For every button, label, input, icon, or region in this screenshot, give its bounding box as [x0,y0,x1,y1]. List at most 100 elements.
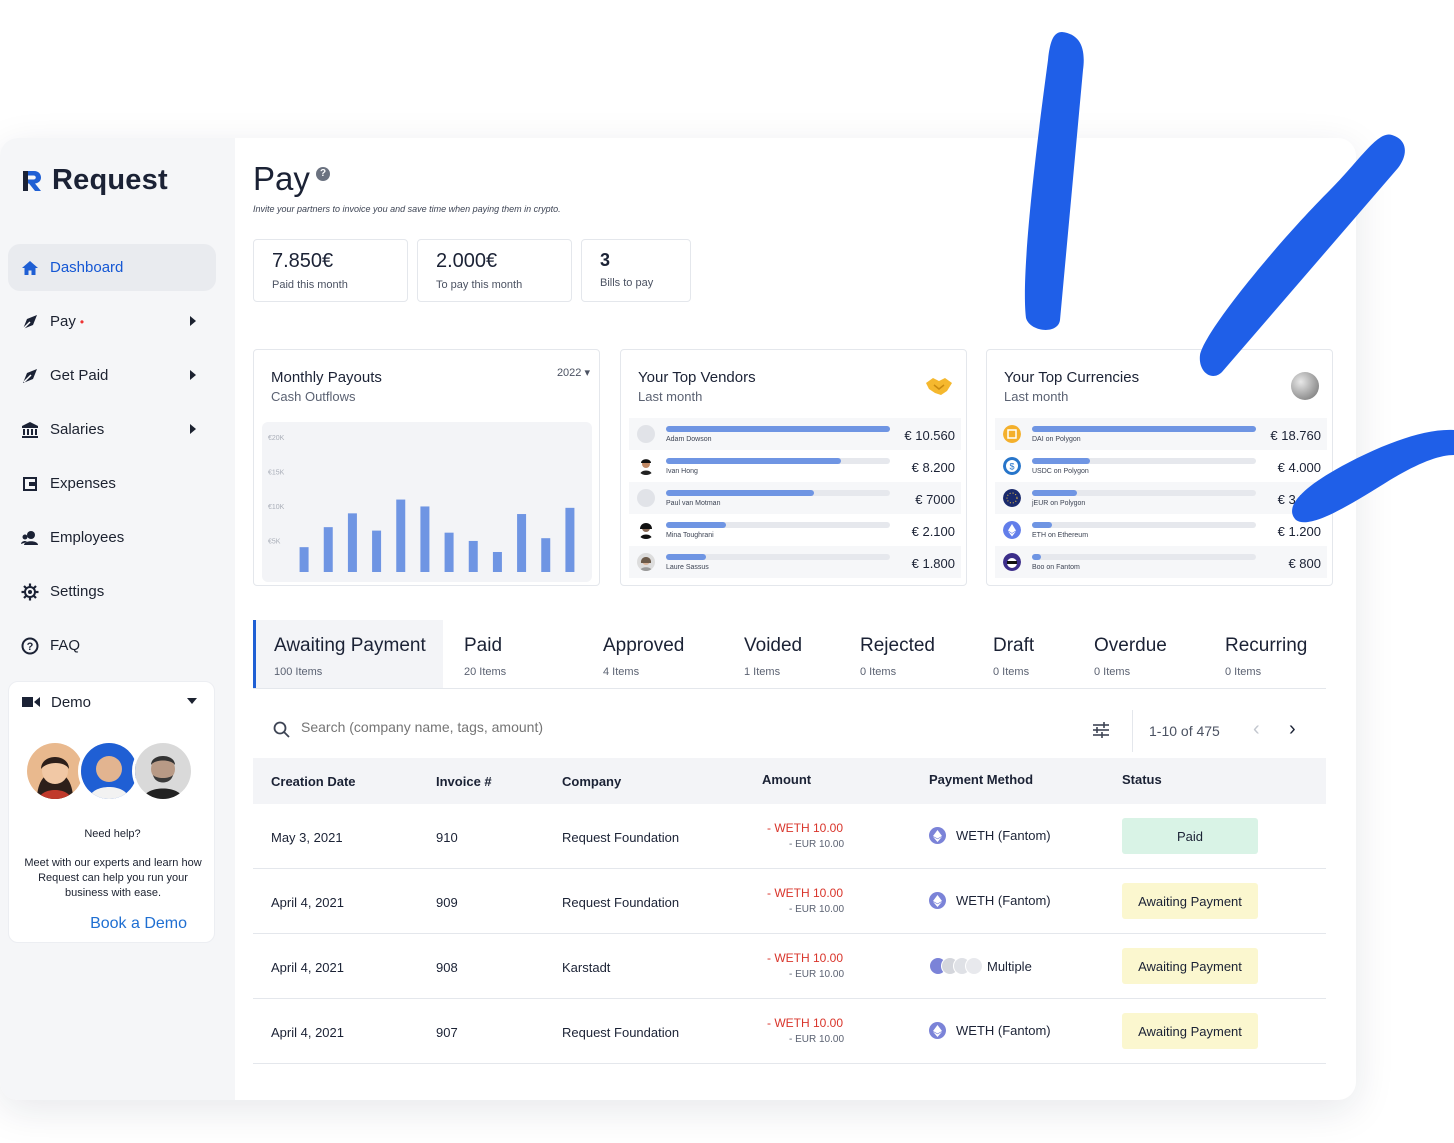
currency-amount: € 18.760 [1270,428,1321,443]
multiple-currencies-icon [929,957,983,975]
chart-bar[interactable] [541,538,551,572]
chart-bar[interactable] [323,527,333,572]
card-subtitle: Last month [1004,389,1069,404]
stat-value: 2.000€ [436,250,498,272]
bar-track [1032,490,1256,496]
column-header[interactable]: Payment Method [929,772,1033,787]
chart-bar[interactable] [444,532,454,572]
list-item[interactable]: jEUR on Polygon € 3.500 [995,482,1327,514]
demo-description: Meet with our experts and learn how Requ… [24,857,202,899]
search-icon [273,721,291,744]
tab-count: 0 Items [860,666,897,678]
chart-bar[interactable] [468,540,478,572]
list-item[interactable]: Laure Sassus € 1.800 [629,546,961,578]
sidebar-item-expenses[interactable]: Expenses [8,460,216,507]
stat-label: Bills to pay [600,277,654,289]
dai-icon [1003,425,1021,443]
sidebar-item-settings[interactable]: Settings [8,568,216,615]
currency-amount: € 800 [1288,556,1321,571]
sidebar-item-pay[interactable]: Pay • [8,298,216,345]
vendor-amount: € 8.200 [911,460,955,475]
list-item[interactable]: $ USDC on Polygon € 4.000 [995,450,1327,482]
amount-crypto: - WETH 10.00 [767,951,844,965]
amount-crypto: - WETH 10.00 [767,821,844,835]
monthly-payouts-card: Monthly Payouts Cash Outflows 2022 ▾ €20… [253,349,600,586]
pagination-label: 1-10 of 475 [1149,723,1220,739]
chart-bar[interactable] [420,506,430,572]
sidebar-item-salaries[interactable]: Salaries [8,406,216,453]
logo[interactable]: Request [20,164,168,197]
filter-sliders-icon[interactable] [1091,720,1111,745]
card-title: Your Top Vendors [638,369,756,386]
tab-label: Overdue [1094,635,1167,656]
chevron-right-icon[interactable]: › [1289,718,1296,741]
tab-voided[interactable]: Voided 1 Items [726,620,820,688]
tab-awaiting-payment[interactable]: Awaiting Payment 100 Items [253,620,443,688]
chart-bar[interactable] [517,514,527,572]
chevron-left-icon[interactable]: ‹ [1253,718,1260,741]
chevron-down-icon[interactable] [187,698,197,704]
year-select[interactable]: 2022 ▾ [557,366,590,379]
column-header[interactable]: Company [562,774,621,789]
column-header[interactable]: Creation Date [271,774,356,789]
currency-name: Boo on Fantom [1032,564,1080,571]
chart-bar[interactable] [396,499,406,572]
currency-amount: € 3.500 [1277,492,1321,507]
card-title: Your Top Currencies [1004,369,1140,386]
bar-track [666,426,890,432]
chart-bar[interactable] [565,507,575,572]
search-input[interactable] [301,719,801,735]
tab-rejected[interactable]: Rejected 0 Items [842,620,953,688]
chart-bar[interactable] [492,551,502,572]
table-row[interactable]: May 3, 2021 910 Request Foundation - WET… [253,804,1326,869]
table-row[interactable]: April 4, 2021 907 Request Foundation - W… [253,999,1326,1064]
help-icon[interactable]: ? [316,167,330,181]
list-item[interactable]: Ivan Hong € 8.200 [629,450,961,482]
book-demo-link[interactable]: Book a Demo [90,915,187,933]
chart-bar[interactable] [299,547,309,572]
chart-bar[interactable] [372,530,382,572]
list-item[interactable]: Adam Dowson € 10.560 [629,418,961,450]
currency-list: DAI on Polygon € 18.760 $ USDC on Polygo… [995,418,1327,578]
list-item[interactable]: Mina Toughrani € 2.100 [629,514,961,546]
tab-recurring[interactable]: Recurring 0 Items [1207,620,1325,688]
receipt-icon [20,474,40,494]
bar-track [666,458,890,464]
invoice-number: 908 [436,960,458,975]
table-row[interactable]: April 4, 2021 908 Karstadt - WETH 10.00 … [253,934,1326,999]
chart-bar[interactable] [347,513,357,572]
people-icon [20,528,40,548]
payment-method-label: WETH (Fantom) [956,1023,1051,1038]
column-header[interactable]: Amount [762,772,811,787]
tab-draft[interactable]: Draft 0 Items [975,620,1052,688]
status-badge: Paid [1122,818,1258,854]
handshake-icon [925,372,953,400]
bar-track [666,490,890,496]
avatar [637,553,655,571]
avatar [78,740,140,802]
tab-label: Recurring [1225,635,1308,656]
column-header[interactable]: Status [1122,772,1162,787]
app-window: Request Dashboard Pay • Get Paid Salarie… [0,138,1356,1100]
column-header[interactable]: Invoice # [436,774,492,789]
list-item[interactable]: DAI on Polygon € 18.760 [995,418,1327,450]
tab-overdue[interactable]: Overdue 0 Items [1076,620,1185,688]
creation-date: April 4, 2021 [271,1025,344,1040]
list-item[interactable]: Paul van Motman € 7000 [629,482,961,514]
sidebar-item-faq[interactable]: ? FAQ [8,622,216,669]
bar-track [1032,426,1256,432]
amount-fiat: - EUR 10.00 [789,904,845,915]
sidebar-item-label: Salaries [50,421,105,438]
bar-fill [666,554,707,560]
sidebar-item-employees[interactable]: Employees [8,514,216,561]
list-item[interactable]: Boo on Fantom € 800 [995,546,1327,578]
demo-header[interactable]: Demo [9,682,214,722]
table-row[interactable]: April 4, 2021 909 Request Foundation - W… [253,869,1326,934]
sidebar-item-get-paid[interactable]: Get Paid [8,352,216,399]
sidebar-item-dashboard[interactable]: Dashboard [8,244,216,291]
tab-paid[interactable]: Paid 20 Items [446,620,524,688]
tab-approved[interactable]: Approved 4 Items [585,620,702,688]
payouts-chart: €20K €15K €10K €5K [262,422,592,582]
list-item[interactable]: ETH on Ethereum € 1.200 [995,514,1327,546]
amount-fiat: - EUR 10.00 [789,839,845,850]
